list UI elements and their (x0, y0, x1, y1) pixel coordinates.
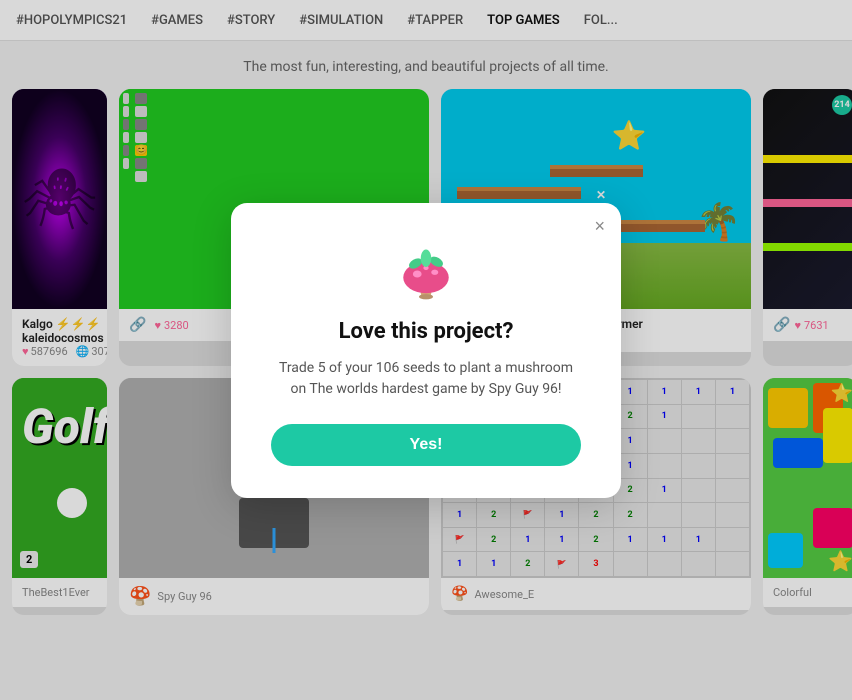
modal-yes-button[interactable]: Yes! (271, 424, 581, 466)
mushroom-icon (391, 239, 461, 309)
modal-body: Trade 5 of your 106 seeds to plant a mus… (271, 358, 581, 400)
modal: × Love this project? Trade 5 of your 106… (231, 203, 621, 498)
modal-title: Love this project? (271, 319, 581, 344)
modal-close-button[interactable]: × (594, 217, 605, 235)
modal-backdrop: × Love this project? Trade 5 of your 106… (0, 0, 852, 700)
